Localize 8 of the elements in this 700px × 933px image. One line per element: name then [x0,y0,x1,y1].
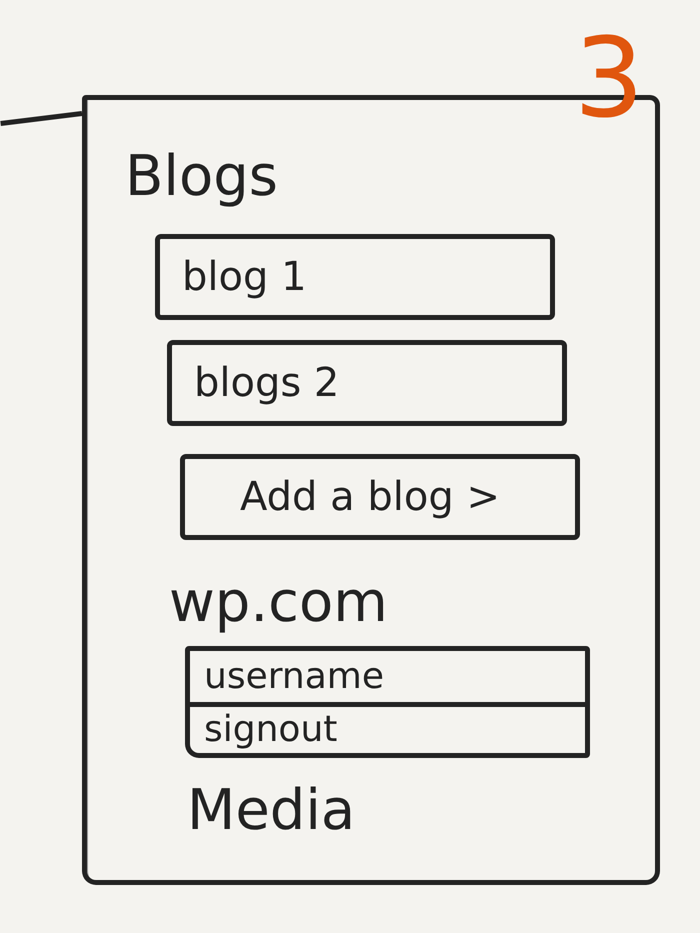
blog-list-item[interactable]: blogs 2 [167,340,567,426]
add-blog-button[interactable]: Add a blog > [180,454,580,540]
section-title: Blogs [125,143,278,211]
account-row[interactable]: signout [190,702,585,753]
section-title: wp.com [169,569,388,637]
section-title: Media [187,777,356,845]
blog-list-item[interactable]: blog 1 [155,234,555,320]
account-row[interactable]: username [190,651,585,702]
